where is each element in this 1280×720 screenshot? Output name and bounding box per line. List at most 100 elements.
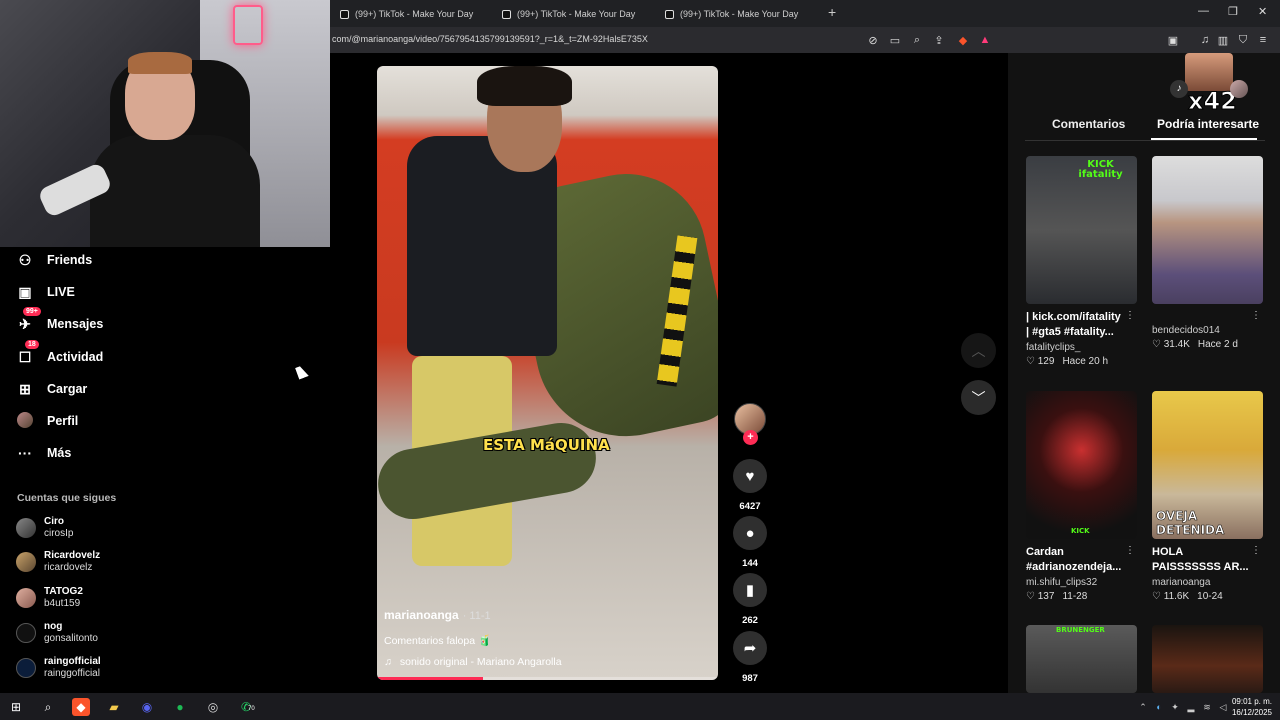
sidebar-item-actividad[interactable]: ☐ 18 Actividad: [17, 339, 104, 367]
account-handle: cirosIp: [44, 528, 74, 539]
new-tab-button[interactable]: +: [828, 4, 836, 20]
video-sound[interactable]: ♫ sonido original - Mariano Angarolla: [384, 656, 562, 668]
tab-podria-interesarte[interactable]: Podría interesarte: [1157, 117, 1259, 131]
tiktok-icon: [340, 9, 349, 19]
sidebar-item-mas[interactable]: ··· Más: [17, 443, 71, 463]
more-options-icon[interactable]: ⋮: [1125, 310, 1135, 321]
friends-icon: ⚇: [18, 251, 32, 268]
system-clock[interactable]: 09:01 p. m. 16/12/2025: [1232, 696, 1272, 718]
brave-shields-icon[interactable]: ◆: [956, 34, 970, 47]
account-handle: rainggofficial: [44, 668, 100, 679]
video-thumbnail[interactable]: KICK: [1026, 391, 1137, 539]
video-thumbnail[interactable]: BRUNENGER: [1026, 625, 1137, 693]
comment-action[interactable]: ● 144: [733, 516, 767, 569]
card-meta: ♡ 137 11-28: [1026, 591, 1137, 602]
chevron-down-icon: ﹀: [971, 389, 986, 406]
menu-icon[interactable]: ≡: [1256, 34, 1270, 46]
video-thumbnail[interactable]: [1152, 156, 1263, 304]
obs-icon[interactable]: ◎: [204, 698, 222, 716]
comment-icon[interactable]: ●: [733, 516, 767, 550]
brave-rewards-icon[interactable]: ▲: [978, 34, 992, 46]
tab-comentarios[interactable]: Comentarios: [1052, 117, 1125, 131]
browser-tab[interactable]: (99+) TikTok - Make Your Day: [340, 4, 473, 24]
sidebar-item-perfil[interactable]: Perfil: [17, 411, 78, 431]
clock-time: 09:01 p. m.: [1231, 697, 1272, 706]
account-handle: gonsalitonto: [44, 633, 98, 644]
discord-icon[interactable]: ◉: [138, 698, 156, 716]
browser-tab[interactable]: (99+) TikTok - Make Your Day: [665, 4, 798, 24]
zoom-icon[interactable]: ⌕: [910, 34, 924, 47]
video-progress-bar[interactable]: [377, 677, 718, 680]
file-explorer-icon[interactable]: ▰: [105, 698, 123, 716]
share-arrow-icon[interactable]: ➦: [733, 631, 767, 665]
search-icon[interactable]: ⌕: [39, 698, 57, 716]
sidebar-item-cargar[interactable]: ⊞ Cargar: [17, 379, 87, 399]
previous-video-button[interactable]: ︿: [961, 333, 996, 368]
video-thumbnail[interactable]: KICK ifatality: [1026, 156, 1137, 304]
recommended-video-card[interactable]: OVEJA DETENIDA ⋮ HOLA PAISSSSSSS AR... m…: [1152, 391, 1263, 602]
chevron-up-icon: ︿: [971, 342, 986, 359]
sidebar-item-label: Actividad: [47, 350, 104, 364]
account-handle: b4ut159: [44, 598, 81, 609]
cast-icon[interactable]: ▭: [888, 34, 902, 47]
more-options-icon[interactable]: ⋮: [1125, 545, 1135, 556]
video-thumbnail[interactable]: OVEJA DETENIDA: [1152, 391, 1263, 539]
recommended-video-card[interactable]: [1152, 625, 1263, 693]
following-account[interactable]: raingofficial rainggofficial: [16, 654, 101, 682]
person-hair: [477, 66, 572, 106]
wallet-icon[interactable]: ▣: [1166, 34, 1180, 47]
browser-tab[interactable]: (99+) TikTok - Make Your Day: [502, 4, 635, 24]
profile-icon: [17, 411, 33, 431]
minimize-icon[interactable]: —: [1198, 5, 1209, 17]
spotify-icon[interactable]: ●: [171, 698, 189, 716]
whatsapp-icon[interactable]: ✆ 70: [237, 698, 255, 716]
account-name: TATOG2: [44, 586, 83, 597]
sidebar-item-label: LIVE: [47, 285, 75, 299]
like-action[interactable]: ♥ 6427: [733, 459, 767, 512]
volume-icon[interactable]: ◁: [1214, 698, 1232, 716]
following-account[interactable]: Ricardovelz ricardovelz: [16, 548, 100, 576]
follow-button[interactable]: +: [743, 430, 758, 445]
heart-icon[interactable]: ♥: [733, 459, 767, 493]
recommended-video-card[interactable]: KICK ifatality ⋮ | kick.com/ifatality | …: [1026, 156, 1137, 367]
overlay-face-image: [1185, 53, 1233, 91]
video-thumbnail[interactable]: [1152, 625, 1263, 693]
messages-icon: ✈ 99+: [17, 306, 41, 333]
following-account[interactable]: Ciro cirosIp: [16, 514, 73, 542]
video-player[interactable]: ESTA MáQUINA marianoanga · 11-1 Comentari…: [377, 66, 718, 680]
sidebar-item-friends[interactable]: ⚇ Friends: [17, 250, 92, 270]
recommended-video-card[interactable]: ⋮ bendecidos014 ♡ 31.4K Hace 2 d: [1152, 156, 1263, 350]
recommended-video-card[interactable]: KICK ⋮ Cardan #adrianozendeja... mi.shif…: [1026, 391, 1137, 602]
card-author: bendecidos014: [1152, 325, 1220, 336]
windows-start-icon[interactable]: ⊞: [7, 698, 25, 716]
share-icon[interactable]: ⇪: [932, 34, 946, 47]
tab-divider: [1025, 140, 1265, 141]
bookmark-icon[interactable]: ▮: [733, 573, 767, 607]
sidebar-item-mensajes[interactable]: ✈ 99+ Mensajes: [17, 306, 103, 334]
more-options-icon[interactable]: ⋮: [1251, 545, 1261, 556]
following-account[interactable]: TATOG2 b4ut159: [16, 584, 83, 612]
account-name: Ricardovelz: [44, 550, 101, 561]
following-account[interactable]: nog gonsalitonto: [16, 619, 98, 647]
address-bar: com/@marianoanga/video/75679541357991395…: [330, 27, 1280, 53]
card-author: marianoanga: [1152, 577, 1211, 588]
no-tracking-icon[interactable]: ⊘: [866, 34, 880, 47]
video-author[interactable]: marianoanga: [384, 608, 459, 622]
tab-title: (99+) TikTok - Make Your Day: [355, 9, 474, 19]
sidebar-item-live[interactable]: ▣ LIVE: [17, 282, 75, 302]
card-author: fatalityclips_: [1026, 342, 1081, 353]
recommended-video-card[interactable]: BRUNENGER: [1026, 625, 1137, 693]
url-field[interactable]: com/@marianoanga/video/75679541357991395…: [332, 34, 648, 44]
vpn-icon[interactable]: ⛉: [1236, 34, 1250, 47]
brave-browser-icon[interactable]: ◆: [72, 698, 90, 716]
save-action[interactable]: ▮ 262: [733, 573, 767, 626]
share-action[interactable]: ➦ 987: [733, 631, 767, 684]
restore-icon[interactable]: ❐: [1228, 5, 1238, 18]
next-video-button[interactable]: ﹀: [961, 380, 996, 415]
close-icon[interactable]: ✕: [1258, 5, 1267, 18]
sidebar-toggle-icon[interactable]: ▥: [1216, 34, 1230, 47]
media-icon[interactable]: ♫: [1198, 34, 1212, 46]
upload-icon: ⊞: [19, 380, 31, 397]
more-options-icon[interactable]: ⋮: [1251, 310, 1261, 321]
sidebar-item-label: Más: [47, 446, 72, 460]
